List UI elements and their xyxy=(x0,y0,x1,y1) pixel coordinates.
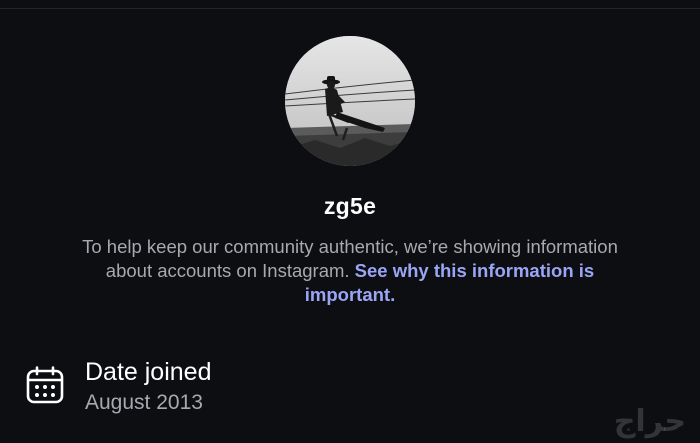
about-account-info: To help keep our community authentic, we… xyxy=(70,235,630,307)
avatar-photo xyxy=(285,36,415,166)
date-joined-label: Date joined xyxy=(85,358,212,386)
date-joined-row: Date joined August 2013 xyxy=(26,358,426,418)
top-divider xyxy=(0,8,700,9)
calendar-icon xyxy=(26,366,64,404)
avatar[interactable] xyxy=(285,36,415,166)
date-joined-value: August 2013 xyxy=(85,391,203,414)
username: zg5e xyxy=(323,193,377,219)
watermark-logo: حراج xyxy=(613,404,686,439)
